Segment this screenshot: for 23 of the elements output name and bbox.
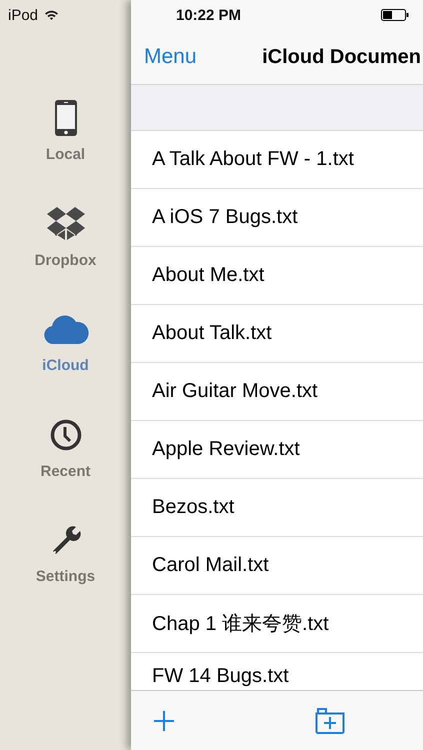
carrier-label: iPod: [8, 6, 38, 24]
new-folder-icon[interactable]: [315, 707, 345, 734]
file-row[interactable]: Air Guitar Move.txt: [131, 363, 423, 421]
file-row[interactable]: Carol Mail.txt: [131, 537, 423, 595]
wifi-icon: [44, 9, 60, 21]
file-row[interactable]: A iOS 7 Bugs.txt: [131, 189, 423, 247]
file-row[interactable]: About Talk.txt: [131, 305, 423, 363]
sidebar-item[interactable]: Settings: [10, 520, 120, 626]
phone-icon: [54, 98, 78, 138]
file-row[interactable]: Bezos.txt: [131, 479, 423, 537]
menu-button[interactable]: Menu: [131, 45, 197, 69]
sidebar-item[interactable]: Dropbox: [10, 204, 120, 309]
nav-title: iCloud Documen: [262, 46, 422, 68]
file-row[interactable]: FW 14 Bugs.txt: [131, 653, 423, 690]
file-row[interactable]: A Talk About FW - 1.txt: [131, 131, 423, 189]
battery-icon: [381, 9, 409, 21]
sidebar-item[interactable]: Recent: [10, 414, 120, 520]
file-row[interactable]: Apple Review.txt: [131, 421, 423, 479]
file-row[interactable]: About Me.txt: [131, 247, 423, 305]
sidebar-item[interactable]: Local: [10, 98, 120, 204]
file-row[interactable]: Chap 1 谁来夸赞.txt: [131, 595, 423, 653]
status-time: 10:22 PM: [176, 6, 242, 24]
add-icon[interactable]: [153, 710, 175, 732]
